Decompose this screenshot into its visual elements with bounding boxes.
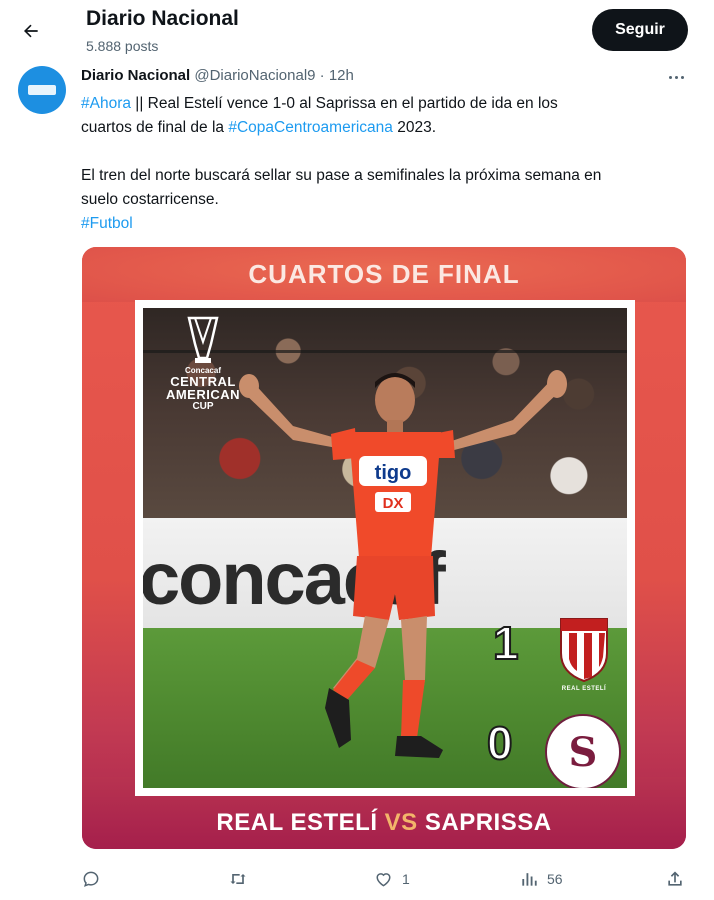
views-count: 56 <box>547 871 563 887</box>
author-name[interactable]: Diario Nacional <box>81 67 190 84</box>
photo-frame: concacaf tigo DX Concacaf CENTRAL AMERIC… <box>135 300 635 796</box>
trophy-icon <box>187 316 219 363</box>
cup-name-line3: CUP <box>192 401 214 412</box>
more-dot-icon <box>674 75 678 79</box>
bar-chart-icon <box>522 873 537 886</box>
avatar[interactable] <box>18 66 66 114</box>
card-title: CUARTOS DE FINAL <box>248 259 520 289</box>
cup-name-line2: AMERICAN <box>165 387 241 402</box>
back-button[interactable] <box>16 16 46 46</box>
views-button[interactable]: 56 <box>519 866 563 892</box>
reply-icon <box>83 871 99 887</box>
logo-icon <box>28 85 56 95</box>
match-photo: concacaf tigo DX Concacaf CENTRAL AMERIC… <box>143 308 627 788</box>
hashtag-link[interactable]: #CopaCentroamericana <box>228 119 393 136</box>
matchup-title: REAL ESTELÍ VS SAPRISSA <box>82 809 686 837</box>
jersey-sponsor-secondary: DX <box>383 495 404 512</box>
share-icon <box>668 871 682 886</box>
arrow-left-icon <box>24 24 38 38</box>
home-crest-label: REAL ESTELÍ <box>561 686 607 692</box>
reply-button[interactable] <box>81 866 109 892</box>
tweet-meta: Diario Nacional @DiarioNacional9 · 12h <box>81 67 354 84</box>
tweet-text-fragment: suelo costarricense. <box>81 191 219 208</box>
tweet-text-fragment: || Real Estelí vence 1-0 al Saprissa en … <box>130 95 558 112</box>
saprissa-crest-letter: S <box>568 728 598 776</box>
tweet-text-fragment: El tren del norte buscará sellar su pase… <box>81 167 602 184</box>
tweet-text-fragment: cuartos de final de la <box>81 119 229 136</box>
away-score: 0 <box>486 716 514 770</box>
heart-icon <box>376 873 391 887</box>
away-team-name: SAPRISSA <box>424 809 552 836</box>
tweet-text-fragment: 2023. <box>392 119 437 136</box>
meta-separator: · <box>319 67 325 84</box>
post-count: 5.888 posts <box>86 38 159 54</box>
post-image[interactable]: CUARTOS DE FINAL concacaf tigo DX Concac… <box>82 247 686 849</box>
repost-icon <box>230 874 246 884</box>
hashtag-link[interactable]: #Ahora <box>81 95 131 112</box>
share-button[interactable] <box>665 866 685 892</box>
home-score: 1 <box>492 616 520 670</box>
profile-title: Diario Nacional <box>86 7 239 30</box>
saprissa-crest-icon: S <box>545 714 621 788</box>
more-options-button[interactable] <box>664 68 688 86</box>
hashtag-link[interactable]: #Futbol <box>81 215 133 232</box>
author-handle[interactable]: @DiarioNacional9 <box>194 67 315 84</box>
tournament-logo: Concacaf CENTRAL AMERICAN CUP <box>153 314 253 412</box>
more-dot-icon <box>668 75 672 79</box>
tweet-action-bar: 1 56 <box>81 866 691 892</box>
real-esteli-crest-icon <box>560 618 608 683</box>
profile-header: Diario Nacional 5.888 posts Seguir <box>0 0 714 62</box>
home-team-name: REAL ESTELÍ <box>216 809 378 836</box>
like-count: 1 <box>402 871 410 887</box>
more-dot-icon <box>680 75 684 79</box>
jersey-sponsor: tigo <box>375 462 412 484</box>
like-button[interactable]: 1 <box>373 866 410 892</box>
repost-button[interactable] <box>227 866 257 892</box>
tweet-text: #Ahora || Real Estelí vence 1-0 al Sapri… <box>81 92 691 236</box>
post-time[interactable]: 12h <box>329 67 354 84</box>
follow-button[interactable]: Seguir <box>592 9 688 51</box>
versus-label: VS <box>384 809 418 836</box>
